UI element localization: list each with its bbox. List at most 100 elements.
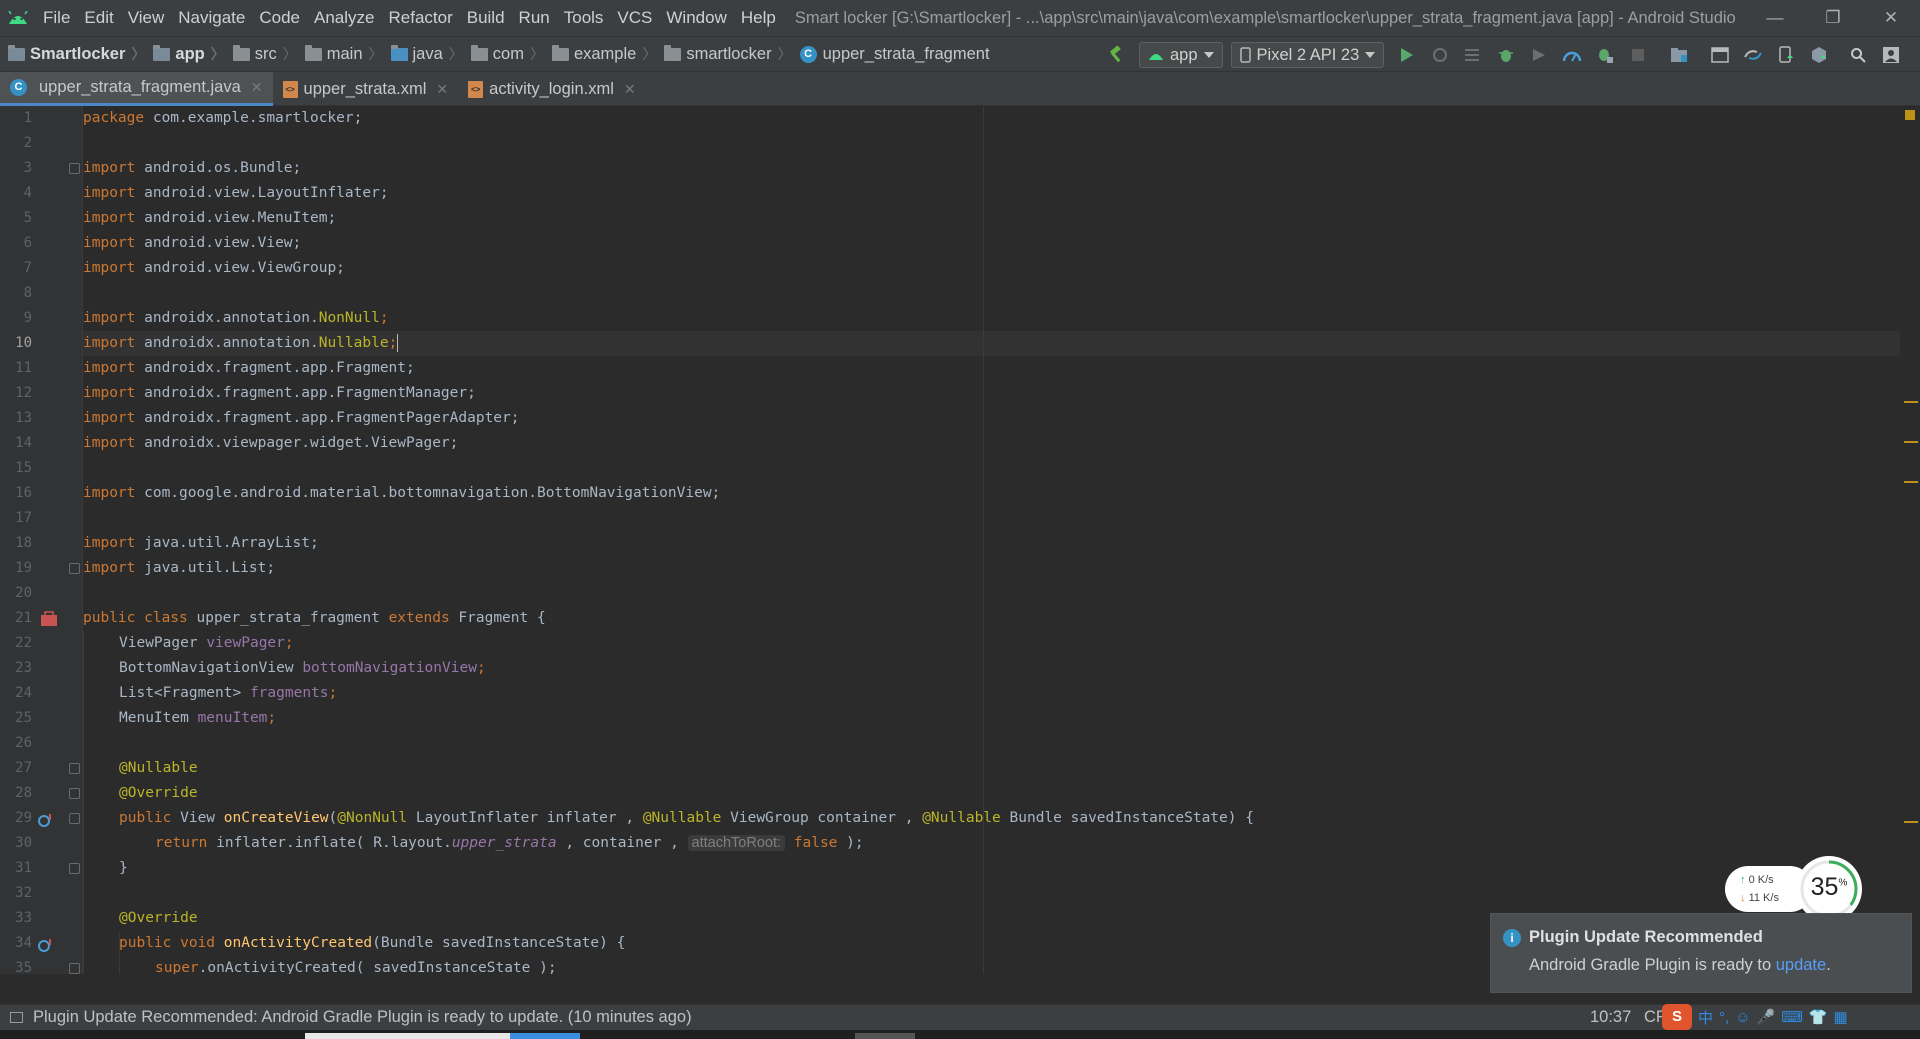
- menu-refactor[interactable]: Refactor: [381, 0, 459, 36]
- menu-file[interactable]: File: [36, 0, 77, 36]
- code-text: android.view.View;: [135, 235, 302, 251]
- close-window-button[interactable]: ✕: [1862, 0, 1920, 36]
- menu-vcs[interactable]: VCS: [610, 0, 659, 36]
- microphone-icon[interactable]: 🎤: [1757, 1008, 1776, 1026]
- code-text: , container ,: [556, 835, 688, 851]
- toolbox-icon[interactable]: ▦: [1834, 1008, 1848, 1026]
- run-play-icon[interactable]: [1390, 37, 1423, 73]
- restore-button[interactable]: ❐: [1804, 0, 1862, 36]
- plugin-update-notification[interactable]: i Plugin Update Recommended Android Grad…: [1490, 913, 1912, 993]
- close-tab-icon[interactable]: ✕: [251, 79, 263, 96]
- menu-analyze[interactable]: Analyze: [307, 0, 381, 36]
- breadcrumb-smartlocker[interactable]: smartlocker 〉: [656, 44, 792, 64]
- fold-marker-icon[interactable]: [69, 163, 80, 174]
- sdk-manager-icon[interactable]: [1802, 37, 1835, 73]
- menu-run[interactable]: Run: [512, 0, 557, 36]
- menu-build[interactable]: Build: [460, 0, 512, 36]
- code-line: public View onCreateView(@NonNull Layout…: [119, 806, 1254, 831]
- run-with-coverage-icon[interactable]: [1522, 37, 1555, 73]
- close-tab-icon[interactable]: ✕: [624, 81, 636, 98]
- keyword: import: [83, 335, 136, 351]
- menu-navigate[interactable]: Navigate: [171, 0, 252, 36]
- device-dropdown[interactable]: Pixel 2 API 23: [1230, 42, 1385, 68]
- package-icon: [470, 44, 488, 61]
- warning-marker[interactable]: [1904, 821, 1918, 823]
- code-line: import android.view.View;: [83, 231, 301, 256]
- chinese-input-icon[interactable]: 中: [1698, 1007, 1713, 1028]
- tool-window-toggle-icon[interactable]: [10, 1012, 23, 1023]
- keyword: false: [785, 835, 838, 851]
- fold-marker-icon[interactable]: [69, 863, 80, 874]
- attach-debugger-icon[interactable]: [1588, 37, 1621, 73]
- tab-activity-login-xml[interactable]: <> activity_login.xml ✕: [458, 72, 645, 106]
- tab-upper-strata-xml[interactable]: <> upper_strata.xml ✕: [273, 72, 459, 106]
- warning-marker[interactable]: [1904, 441, 1918, 443]
- sync-gradle-icon[interactable]: [1736, 37, 1769, 73]
- code-line: ViewPager viewPager;: [119, 631, 294, 656]
- fold-marker-icon[interactable]: [69, 963, 80, 974]
- breadcrumb-main[interactable]: main 〉: [297, 44, 383, 64]
- debug-bug-icon[interactable]: [1489, 37, 1522, 73]
- type-name: ViewPager: [119, 635, 207, 651]
- avd-manager-icon[interactable]: [1769, 37, 1802, 73]
- code-editor[interactable]: 1 2 3 4 5 6 7 8 9 10 11 12 13 14 15 16 1…: [0, 106, 1920, 974]
- ime-sogou-icon[interactable]: S: [1662, 1004, 1692, 1030]
- caret-position[interactable]: 10:37: [1590, 1008, 1631, 1027]
- breadcrumb-example[interactable]: example 〉: [544, 44, 656, 64]
- breadcrumb-com[interactable]: com 〉: [463, 44, 544, 64]
- override-method-gutter-icon[interactable]: [38, 938, 54, 957]
- menu-tools[interactable]: Tools: [557, 0, 611, 36]
- menu-view[interactable]: View: [121, 0, 172, 36]
- chevron-right-icon: 〉: [529, 46, 544, 62]
- window-controls: — ❐ ✕: [1746, 0, 1920, 36]
- source-folder-icon: [390, 44, 408, 61]
- line-number: 6: [23, 235, 32, 251]
- android-class-gutter-icon[interactable]: [40, 611, 58, 632]
- fold-marker-icon[interactable]: [69, 813, 80, 824]
- status-message[interactable]: Plugin Update Recommended: Android Gradl…: [33, 1008, 692, 1027]
- taskbar-item-active[interactable]: [510, 1033, 580, 1039]
- punctuation-icon[interactable]: °,: [1719, 1009, 1729, 1026]
- taskbar-item[interactable]: [305, 1033, 510, 1039]
- menu-window[interactable]: Window: [659, 0, 733, 36]
- update-link[interactable]: update: [1776, 956, 1826, 974]
- layout-inspector-icon[interactable]: [1703, 37, 1736, 73]
- warning-status-icon[interactable]: [1905, 110, 1915, 120]
- warning-marker[interactable]: [1904, 401, 1918, 403]
- profile-gauge-icon[interactable]: [1555, 37, 1588, 73]
- project-structure-icon[interactable]: [1662, 37, 1695, 73]
- apply-code-changes-icon[interactable]: [1456, 37, 1489, 73]
- fold-marker-icon[interactable]: [69, 563, 80, 574]
- search-icon[interactable]: [1841, 37, 1874, 73]
- menu-edit[interactable]: Edit: [77, 0, 120, 36]
- code-text: androidx.annotation.: [135, 310, 319, 326]
- error-stripe[interactable]: [1900, 106, 1920, 974]
- breadcrumb-src[interactable]: src 〉: [225, 44, 297, 64]
- tab-upper-strata-fragment-java[interactable]: C upper_strata_fragment.java ✕: [0, 72, 273, 106]
- breadcrumb-module[interactable]: app 〉: [145, 44, 225, 64]
- emoji-icon[interactable]: ☺: [1735, 1009, 1750, 1026]
- breadcrumb-class[interactable]: Cupper_strata_fragment: [792, 45, 990, 64]
- fold-marker-icon[interactable]: [69, 788, 80, 799]
- stop-icon[interactable]: [1621, 37, 1654, 73]
- line-number: 27: [15, 760, 32, 776]
- taskbar-item[interactable]: [855, 1033, 915, 1039]
- make-project-hammer-icon[interactable]: [1098, 37, 1131, 73]
- run-toolbar: app Pixel 2 API 23: [1098, 37, 1907, 73]
- override-method-gutter-icon[interactable]: [38, 813, 54, 832]
- user-account-icon[interactable]: [1874, 37, 1907, 73]
- apply-changes-restart-icon[interactable]: [1423, 37, 1456, 73]
- fold-marker-icon[interactable]: [69, 763, 80, 774]
- warning-marker[interactable]: [1904, 481, 1918, 483]
- line-number: 16: [15, 485, 32, 501]
- breadcrumb-project[interactable]: Smartlocker 〉: [0, 44, 145, 64]
- breadcrumb-java[interactable]: java 〉: [383, 44, 463, 64]
- keyword: import: [83, 385, 136, 401]
- close-tab-icon[interactable]: ✕: [436, 81, 448, 98]
- menu-help[interactable]: Help: [734, 0, 783, 36]
- menu-code[interactable]: Code: [252, 0, 307, 36]
- keyboard-icon[interactable]: ⌨: [1781, 1008, 1803, 1026]
- run-config-dropdown[interactable]: app: [1139, 42, 1223, 68]
- minimize-button[interactable]: —: [1746, 0, 1804, 36]
- skin-icon[interactable]: 👕: [1809, 1008, 1828, 1026]
